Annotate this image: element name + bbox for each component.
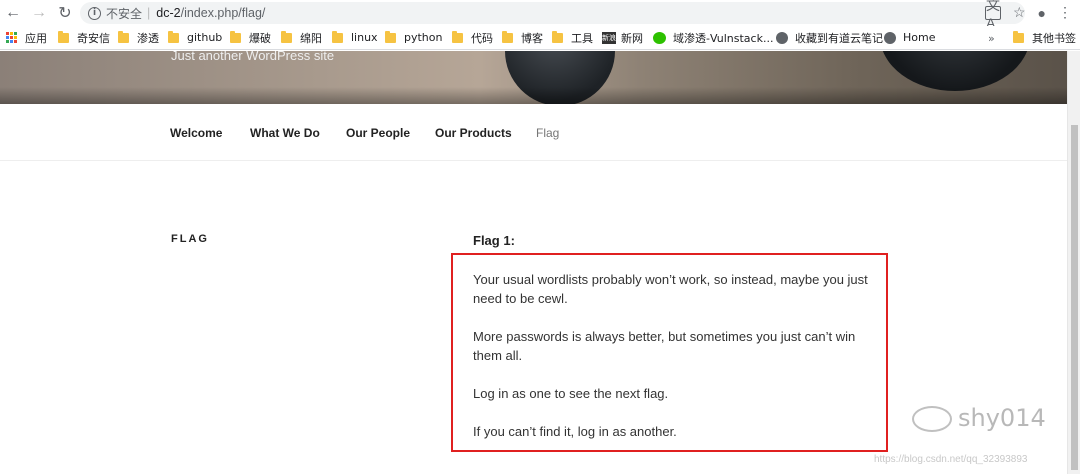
folder-icon [281,30,292,43]
flag-paragraph-1: Your usual wordlists probably won’t work… [473,272,868,306]
globe-icon [776,31,788,44]
reload-icon[interactable]: ↻ [52,0,78,26]
bookmark-xinwang[interactable]: 新浪 新网 [602,26,643,50]
account-icon[interactable]: ● [1038,5,1046,21]
globe-icon [884,31,896,44]
bookmark-label: 域渗透-Vulnstack... [673,31,774,45]
forward-arrow-icon[interactable]: → [26,0,52,26]
folder-icon [332,30,343,43]
folder-icon [230,30,241,43]
url-path: /index.php/flag/ [180,6,266,20]
site-navigation: Welcome What We Do Our People Our Produc… [0,104,1067,161]
bookmark-linux[interactable]: linux [332,26,378,50]
scrollbar-thumb[interactable] [1071,125,1078,470]
bookmark-label: 收藏到有道云笔记 [795,31,883,45]
back-arrow-icon[interactable]: ← [0,0,26,26]
bookmark-pentest[interactable]: 渗透 [118,26,159,50]
csdn-watermark: https://blog.csdn.net/qq_32393893 [874,454,1028,465]
url-host: dc-2 [156,6,181,20]
bookmark-label: 渗透 [137,31,159,45]
bookmark-python[interactable]: python [385,26,442,50]
insecure-label: 不安全 [106,6,143,21]
flag-paragraph-4: If you can’t find it, log in as another. [473,424,677,439]
folder-icon [1013,31,1024,43]
bookmark-label: 新网 [621,31,643,45]
bookmark-github[interactable]: github [168,26,222,50]
bookmark-blog[interactable]: 博客 [502,26,543,50]
nav-welcome[interactable]: Welcome [170,126,222,140]
bookmark-label: github [187,31,223,44]
bookmark-label: 博客 [521,31,543,45]
header-image: Just another WordPress site [0,51,1067,104]
bookmark-bruteforce[interactable]: 爆破 [230,26,271,50]
url-separator: | [147,6,151,20]
bookmark-label: 爆破 [249,31,271,45]
wechat-icon [653,31,666,44]
folder-icon [58,30,69,43]
info-icon[interactable]: i [88,6,101,20]
star-icon[interactable]: ☆ [1013,4,1026,21]
flag-paragraph-3: Log in as one to see the next flag. [473,386,669,401]
bookmark-label: 绵阳 [300,31,322,45]
bookmark-apps[interactable]: 应用 [6,26,47,50]
bookmarks-more-button[interactable]: » [988,26,995,50]
flag-heading: Flag 1: [473,233,515,248]
folder-icon [168,30,179,43]
bookmark-code[interactable]: 代码 [452,26,493,50]
watermark: shy014 [912,404,1046,432]
folder-icon [452,30,463,43]
bookmark-label: 工具 [571,31,593,45]
bookmarks-bar: 应用 奇安信 渗透 github 爆破 绵阳 linux python 代码 博… [0,26,1080,50]
translate-icon[interactable]: 文A [984,0,1001,31]
nav-what-we-do[interactable]: What We Do [250,126,320,140]
bookmark-label: 应用 [25,31,47,45]
bookmark-label: 奇安信 [77,31,110,45]
url-bar[interactable]: i 不安全 | dc-2/index.php/flag/ [80,2,1025,24]
toolbar-right: 文A ☆ ● ⋮ [984,0,1072,31]
page-title: FLAG [171,233,209,245]
bookmark-tools[interactable]: 工具 [552,26,593,50]
header-decor [880,51,1030,91]
bookmark-qianxin[interactable]: 奇安信 [58,26,110,50]
page-viewport: Just another WordPress site Welcome What… [0,51,1067,474]
bookmark-label: Home [903,31,936,44]
wechat-bubble-icon [912,406,952,432]
sina-news-icon: 新浪 [602,31,616,44]
menu-icon[interactable]: ⋮ [1058,4,1072,21]
folder-icon [385,30,396,43]
nav-flag[interactable]: Flag [536,126,559,140]
bookmark-youdao[interactable]: 收藏到有道云笔记 [776,26,883,50]
nav-our-products[interactable]: Our Products [435,126,512,140]
bookmark-label: 其他书签 [1032,32,1076,45]
page-scrollbar[interactable] [1067,51,1080,474]
header-shade [0,87,1067,104]
bookmark-vulnstack[interactable]: 域渗透-Vulnstack... [653,26,773,50]
address-bar-row: ← → ↻ i 不安全 | dc-2/index.php/flag/ 文A ☆ … [0,0,1080,31]
site-tagline: Just another WordPress site [171,51,335,63]
bookmark-mianyang[interactable]: 绵阳 [281,26,322,50]
watermark-name: shy014 [958,404,1046,432]
folder-icon [552,30,563,43]
bookmark-label: 代码 [471,31,493,45]
apps-grid-icon [6,32,17,43]
bookmark-home[interactable]: Home [884,26,935,50]
folder-icon [118,30,129,43]
nav-our-people[interactable]: Our People [346,126,410,140]
folder-icon [502,30,513,43]
bookmark-label: python [404,31,443,44]
bookmark-label: linux [351,31,378,44]
flag-paragraph-2: More passwords is always better, but som… [473,329,856,363]
bookmark-other[interactable]: 其他书签 [1013,26,1076,50]
